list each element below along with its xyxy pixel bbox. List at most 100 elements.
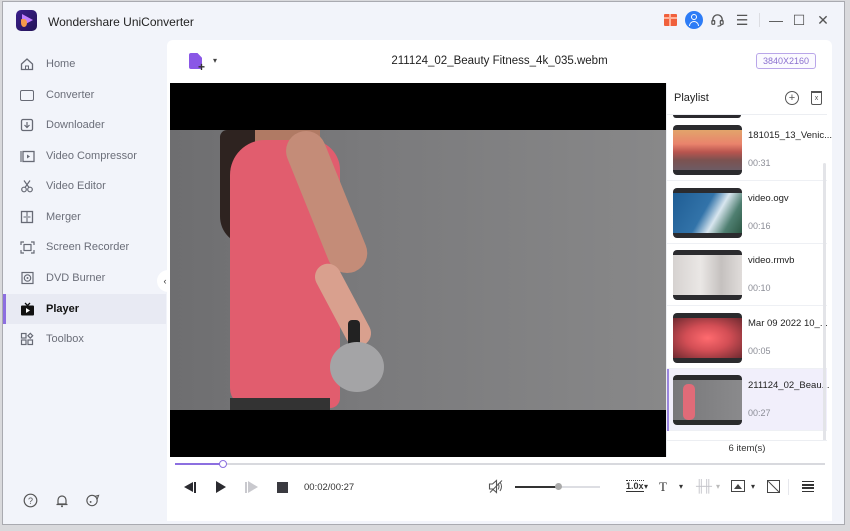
thumbnail-image bbox=[673, 130, 742, 170]
playlist-item-name: 211124_02_Beau... bbox=[748, 380, 830, 391]
stop-button[interactable] bbox=[275, 480, 289, 494]
gift-icon[interactable] bbox=[660, 10, 680, 30]
playlist-item-thumbnail bbox=[673, 187, 742, 238]
app-title: Wondershare UniConverter bbox=[48, 15, 194, 29]
thumbnail-image bbox=[673, 317, 742, 358]
seek-bar-handle[interactable] bbox=[219, 460, 228, 468]
sidebar-item-video-editor[interactable]: Video Editor bbox=[3, 171, 166, 201]
notification-bell-icon[interactable] bbox=[54, 493, 69, 508]
tv-play-icon bbox=[19, 301, 35, 317]
audio-track-icon[interactable]: ╫╫ bbox=[696, 479, 712, 493]
add-file-dropdown-caret[interactable]: ▾ bbox=[213, 56, 217, 65]
playlist-item[interactable]: 211124_02_Beau... 00:27 bbox=[667, 369, 830, 431]
playlist-toggle-icon[interactable] bbox=[802, 481, 814, 492]
playlist-item-thumbnail bbox=[673, 312, 742, 363]
snapshot-icon[interactable] bbox=[731, 480, 745, 492]
volume-slider-fill bbox=[515, 486, 558, 488]
sidebar-item-label: Merger bbox=[46, 211, 81, 223]
previous-frame-bar bbox=[194, 481, 196, 493]
titlebar-separator bbox=[759, 13, 760, 27]
title-bar: Wondershare UniConverter ☰ — ☐ ✕ bbox=[3, 2, 844, 40]
previous-frame-button[interactable] bbox=[183, 480, 197, 494]
plus-icon: + bbox=[198, 60, 206, 74]
playlist-title: Playlist bbox=[674, 92, 709, 104]
volume-slider-handle[interactable] bbox=[554, 483, 562, 490]
playlist-item[interactable]: video.rmvb 00:10 bbox=[667, 244, 827, 306]
previous-frame-icon bbox=[184, 482, 193, 492]
subtitle-icon[interactable]: T bbox=[659, 479, 667, 495]
sidebar-item-player[interactable]: Player bbox=[3, 294, 166, 324]
video-compressor-icon bbox=[19, 148, 35, 164]
sidebar-item-home[interactable]: Home bbox=[3, 49, 166, 79]
downloader-icon bbox=[19, 117, 35, 133]
time-display: 00:02/00:27 bbox=[304, 482, 355, 493]
sidebar-item-converter[interactable]: Converter bbox=[3, 80, 166, 110]
sidebar-item-label: Player bbox=[46, 303, 80, 315]
user-account-icon[interactable] bbox=[684, 10, 704, 30]
thumbnail-image bbox=[673, 255, 742, 295]
controls-separator bbox=[788, 479, 789, 495]
sidebar-item-label: Downloader bbox=[46, 119, 105, 131]
sidebar-item-video-compressor[interactable]: Video Compressor bbox=[3, 141, 166, 171]
playlist-delete-icon[interactable]: x bbox=[811, 91, 822, 105]
close-icon[interactable]: ✕ bbox=[813, 10, 833, 30]
home-icon bbox=[19, 56, 35, 72]
playlist-item-duration: 00:10 bbox=[748, 283, 771, 293]
app-window: Wondershare UniConverter ☰ — ☐ ✕ Home Co… bbox=[2, 1, 845, 525]
playlist-item-duration: 00:27 bbox=[748, 408, 771, 418]
playlist-add-icon[interactable]: + bbox=[785, 91, 799, 105]
next-frame-bar bbox=[244, 481, 247, 493]
playback-speed-caret[interactable]: ▾ bbox=[644, 482, 648, 491]
playlist-item-duration: 00:05 bbox=[748, 345, 771, 356]
player-panel: + ▾ 211124_02_Beauty Fitness_4k_035.webm… bbox=[167, 40, 832, 521]
mute-button[interactable] bbox=[488, 479, 504, 494]
video-viewport[interactable] bbox=[170, 83, 666, 457]
thumbnail-image bbox=[673, 192, 742, 233]
sidebar-item-label: Screen Recorder bbox=[46, 241, 130, 253]
add-file-button[interactable]: + bbox=[189, 53, 209, 74]
subtitle-caret[interactable]: ▾ bbox=[679, 482, 683, 491]
fullscreen-icon[interactable] bbox=[767, 480, 780, 493]
sidebar-item-label: Converter bbox=[46, 89, 95, 101]
scissors-icon bbox=[19, 178, 35, 194]
minimize-icon[interactable]: — bbox=[766, 10, 786, 30]
playlist-scrollbar[interactable] bbox=[823, 163, 826, 441]
sidebar-item-merger[interactable]: Merger bbox=[3, 202, 166, 232]
converter-icon bbox=[19, 87, 35, 103]
sidebar-item-downloader[interactable]: Downloader bbox=[3, 110, 166, 140]
next-frame-button[interactable] bbox=[244, 480, 258, 494]
playlist-count: 6 item(s) bbox=[667, 440, 827, 457]
toolbox-icon bbox=[19, 331, 35, 347]
volume-slider[interactable] bbox=[515, 483, 600, 490]
playlist-item-thumbnail bbox=[673, 125, 742, 175]
snapshot-caret[interactable]: ▾ bbox=[751, 482, 755, 491]
playlist-item[interactable]: 181015_13_Venic... 00:31 bbox=[667, 119, 832, 181]
playback-speed-button[interactable]: 1.0x bbox=[626, 480, 644, 492]
audio-track-caret[interactable]: ▾ bbox=[716, 482, 720, 491]
playlist-item-name: Mar 09 2022 10_... bbox=[748, 317, 828, 329]
video-frame bbox=[170, 130, 666, 410]
feedback-icon[interactable] bbox=[85, 493, 100, 508]
sidebar-item-label: Video Editor bbox=[46, 180, 106, 192]
next-frame-icon bbox=[247, 481, 258, 493]
support-headset-icon[interactable] bbox=[707, 10, 727, 30]
play-button[interactable] bbox=[214, 480, 228, 494]
playlist-item-partial bbox=[673, 115, 741, 118]
seek-bar-fill bbox=[175, 463, 224, 465]
sidebar-item-toolbox[interactable]: Toolbox bbox=[3, 324, 166, 354]
menu-icon[interactable]: ☰ bbox=[732, 10, 752, 30]
sidebar-item-dvd-burner[interactable]: DVD Burner bbox=[3, 263, 166, 293]
sidebar: Home Converter Downloader Video Compress… bbox=[3, 40, 166, 524]
sidebar-item-screen-recorder[interactable]: Screen Recorder bbox=[3, 232, 166, 262]
dvd-icon bbox=[19, 270, 35, 286]
thumbnail-image bbox=[673, 380, 742, 420]
help-icon[interactable]: ? bbox=[23, 493, 38, 508]
seek-bar[interactable] bbox=[175, 460, 825, 468]
playlist-item[interactable]: video.ogv 00:16 bbox=[667, 182, 827, 244]
maximize-icon[interactable]: ☐ bbox=[789, 10, 809, 30]
playlist-item-duration: 00:31 bbox=[748, 158, 771, 168]
playlist-item-name: 181015_13_Venic... bbox=[748, 130, 832, 141]
playlist-item-duration: 00:16 bbox=[748, 220, 771, 231]
playlist-item[interactable]: Mar 09 2022 10_... 00:05 bbox=[667, 307, 828, 369]
kettlebell bbox=[330, 342, 384, 392]
